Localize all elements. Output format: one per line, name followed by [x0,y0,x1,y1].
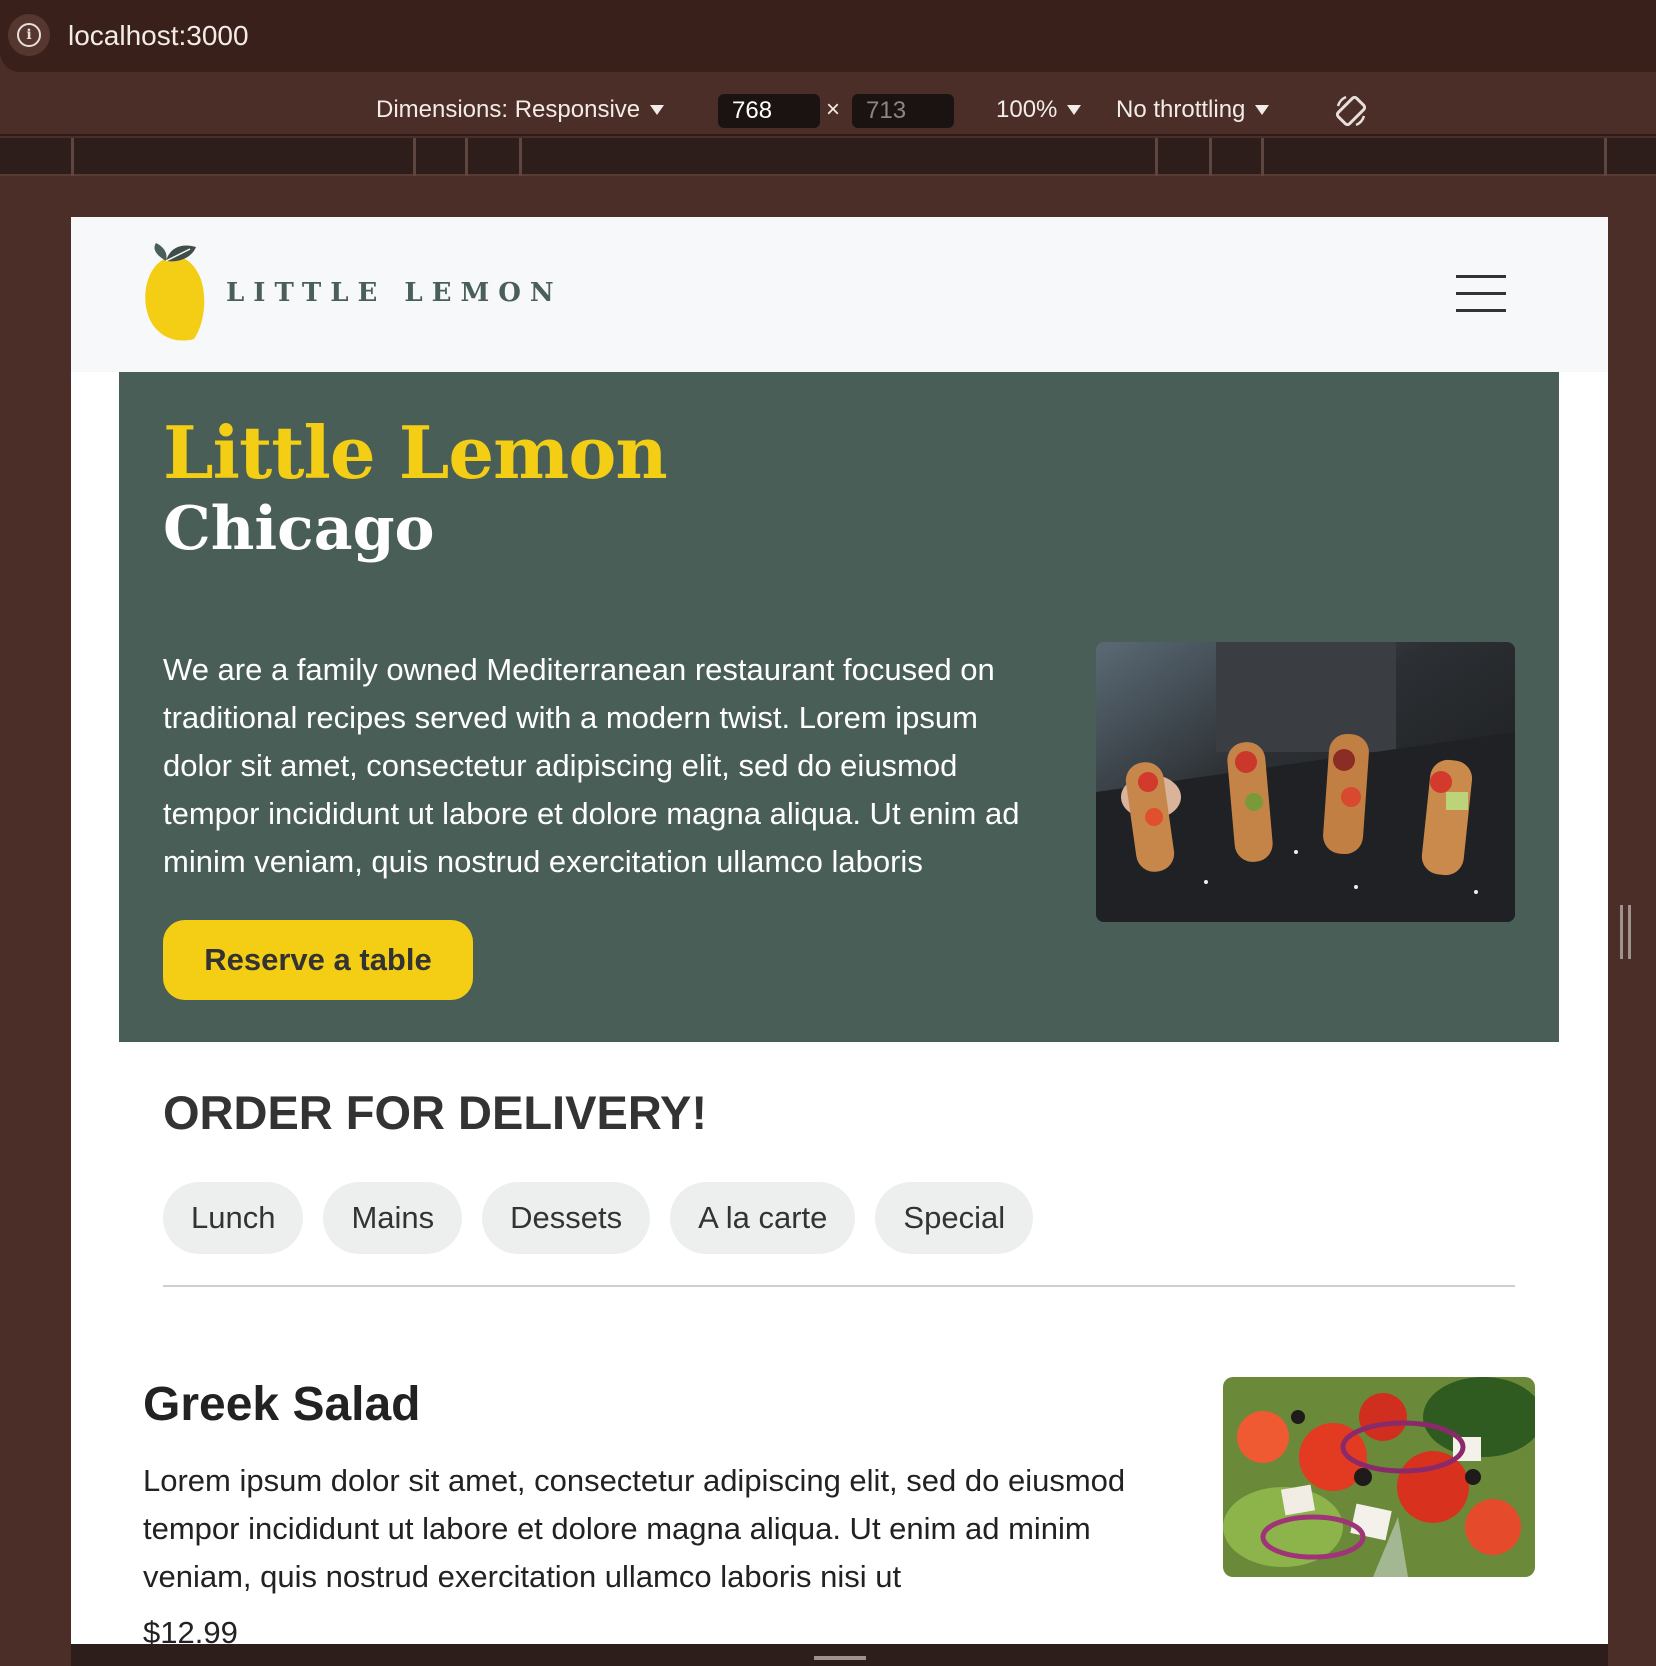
times-sign: × [826,96,841,123]
category-pill-a-la-carte[interactable]: A la carte [670,1182,856,1254]
width-input[interactable]: 768 [718,94,820,128]
throttling-label: No throttling [1116,96,1246,123]
logo-text: LITTLE LEMON [226,278,563,308]
category-pill-special[interactable]: Special [875,1182,1034,1254]
category-pill-desserts[interactable]: Dessets [482,1182,651,1254]
throttling-dropdown[interactable]: No throttling [1116,96,1270,124]
hero-image [1096,642,1515,922]
media-query-ruler[interactable] [0,138,1656,176]
dish-price: $12.99 [143,1615,238,1644]
reserve-table-button[interactable]: Reserve a table [163,920,473,1000]
dish-description: Lorem ipsum dolor sit amet, consectetur … [143,1463,1126,1594]
address-bar: i localhost:3000 [0,0,1656,72]
category-filter: Lunch Mains Dessets A la carte Special [163,1182,1034,1254]
caret-down-icon [1067,105,1082,115]
order-section-title: ORDER FOR DELIVERY! [163,1086,708,1139]
category-pill-lunch[interactable]: Lunch [163,1182,304,1254]
section-divider [163,1285,1515,1287]
hero-section: Little Lemon Chicago We are a family own… [119,372,1559,1042]
viewport-bottom-bar [71,1644,1608,1666]
zoom-label: 100% [996,96,1058,123]
dimensions-label: Dimensions: Responsive [376,96,641,123]
hero-subtitle: Chicago [163,494,435,564]
site-info-icon[interactable]: i [8,14,50,56]
resize-handle-bottom[interactable] [814,1656,866,1660]
rotate-icon[interactable] [1332,92,1370,130]
dimensions-dropdown[interactable]: Dimensions: Responsive [376,96,665,124]
device-toolbar: Dimensions: Responsive 768 × 713 100% No… [0,84,1656,136]
category-pill-mains[interactable]: Mains [323,1182,463,1254]
dish-image[interactable] [1223,1377,1535,1577]
caret-down-icon [650,105,665,115]
dish-title[interactable]: Greek Salad [143,1377,421,1432]
height-input[interactable]: 713 [852,94,954,128]
caret-down-icon [1255,105,1270,115]
lemon-logo-icon [145,243,205,341]
zoom-dropdown[interactable]: 100% [996,96,1082,124]
page-viewport: LITTLE LEMON Little Lemon Chicago We are… [71,217,1608,1644]
hero-title: Little Lemon [163,410,668,495]
url-text[interactable]: localhost:3000 [68,20,249,52]
hero-description: We are a family owned Mediterranean rest… [163,652,1020,879]
site-logo[interactable]: LITTLE LEMON [142,241,563,345]
hamburger-menu-icon[interactable] [1456,275,1506,315]
site-header: LITTLE LEMON [71,217,1608,372]
resize-handle-right[interactable] [1620,905,1632,959]
